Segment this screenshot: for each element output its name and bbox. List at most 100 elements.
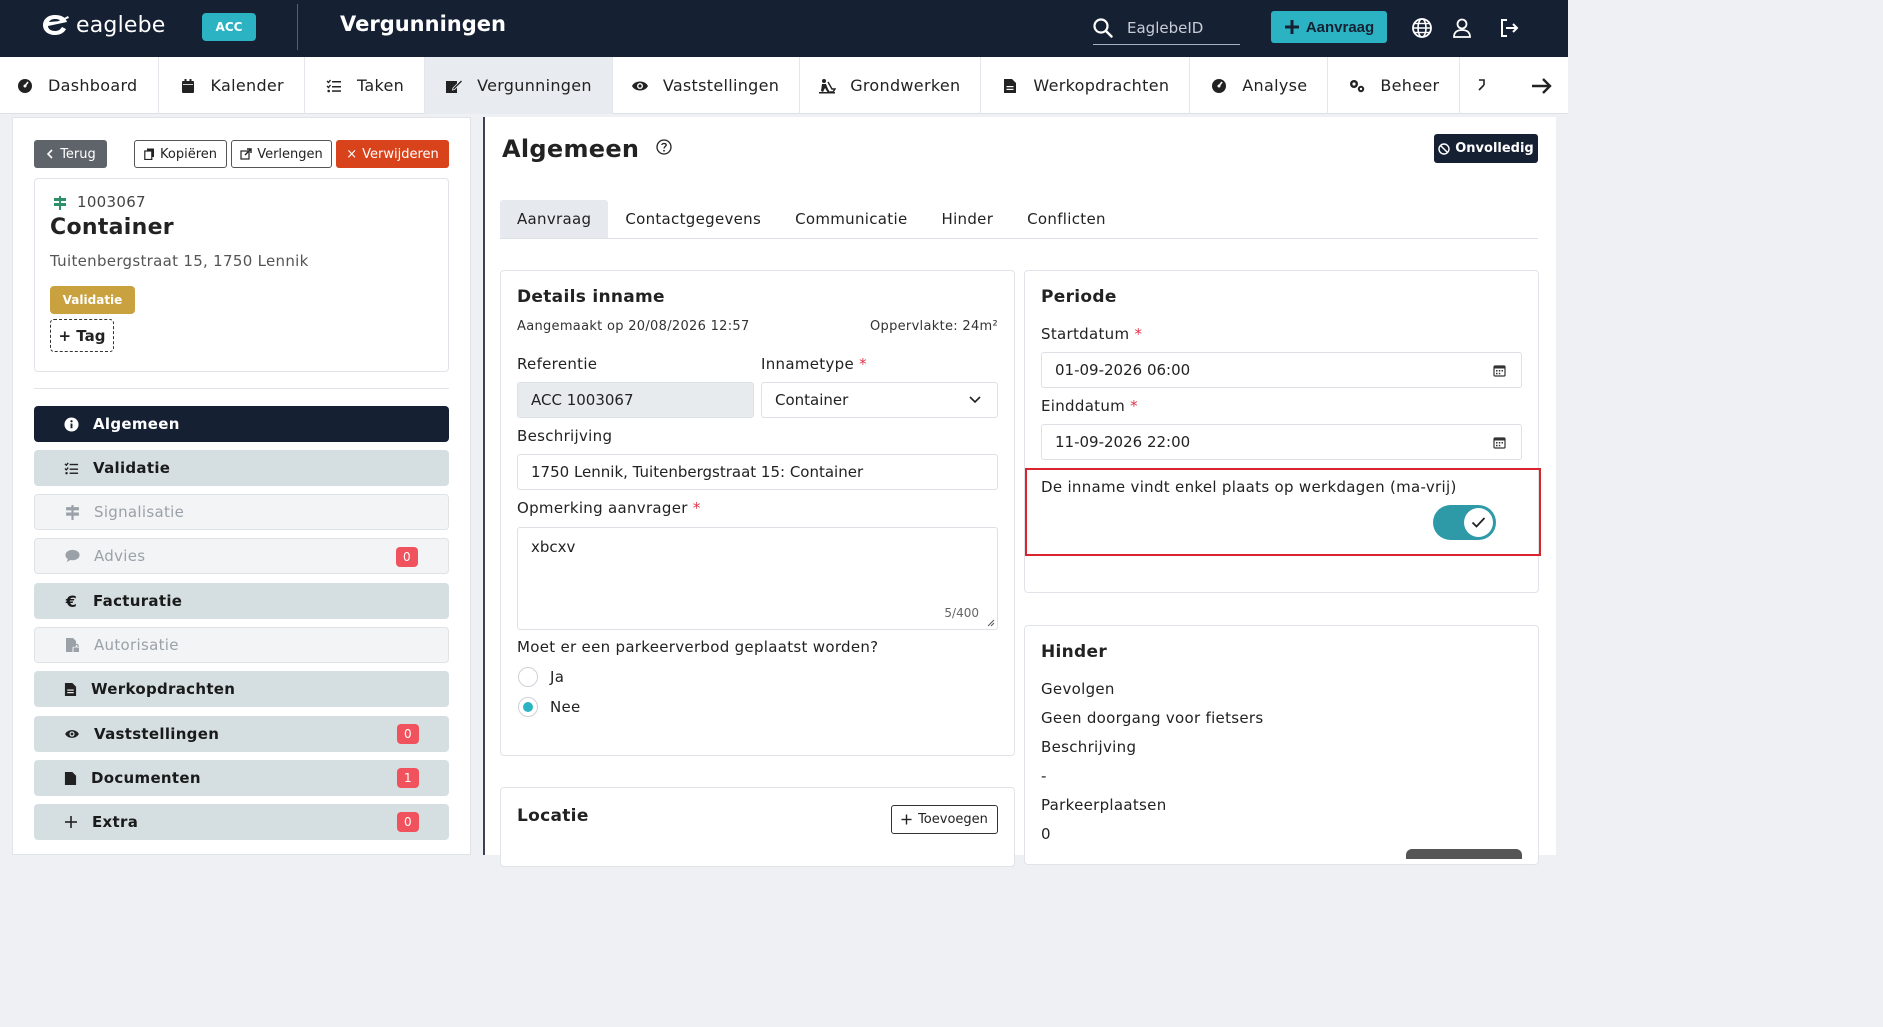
nav-item-werkopdrachten[interactable]: Werkopdrachten	[981, 57, 1191, 114]
required-marker: *	[692, 499, 701, 517]
side-menu-algemeen[interactable]: Algemeen	[34, 406, 449, 442]
end-date-label: Einddatum *	[1041, 397, 1138, 415]
nav-scroll-right-icon[interactable]	[1530, 75, 1552, 97]
side-menu-signalisatie[interactable]: Signalisatie	[34, 494, 449, 530]
nav-item-taken[interactable]: Taken	[305, 57, 426, 114]
side-menu-extra[interactable]: Extra 0	[34, 804, 449, 840]
side-menu-label: Validatie	[93, 459, 171, 477]
copy-icon	[144, 148, 154, 160]
required-marker: *	[1130, 397, 1138, 415]
side-menu-label: Werkopdrachten	[91, 680, 236, 698]
search-icon[interactable]	[1093, 17, 1113, 38]
user-icon[interactable]	[1450, 16, 1474, 40]
count-badge: 1	[397, 768, 419, 788]
nav-label: Dashboard	[48, 76, 138, 95]
help-icon[interactable]	[656, 139, 672, 155]
count-badge: 0	[397, 812, 419, 832]
type-select[interactable]: Container	[761, 382, 998, 418]
info-icon	[64, 416, 79, 432]
tab-conflicten[interactable]: Conflicten	[1010, 200, 1123, 238]
remark-value: xbcxv	[531, 538, 576, 556]
nav-item-dashboard[interactable]: Dashboard	[0, 57, 159, 114]
logo-text: eaglebe	[76, 12, 166, 38]
description-field[interactable]: 1750 Lennik, Tuitenbergstraat 15: Contai…	[517, 454, 998, 490]
start-date-value: 01-09-2026 06:00	[1055, 361, 1191, 379]
hinder-panel: Hinder Gevolgen Geen doorgang voor fiets…	[1024, 625, 1539, 865]
logout-icon[interactable]	[1497, 16, 1521, 40]
remark-textarea[interactable]: xbcxv 5/400	[517, 527, 998, 630]
side-menu-facturatie[interactable]: € Facturatie	[34, 583, 449, 619]
chevron-down-icon	[969, 396, 981, 404]
chat-bubble-icon	[65, 549, 80, 563]
parking-question: Moet er een parkeerverbod geplaatst word…	[517, 638, 879, 656]
side-menu-label: Documenten	[91, 769, 201, 787]
nav-item-grondwerken[interactable]: Grondwerken	[800, 57, 982, 114]
gears-icon	[1348, 77, 1366, 95]
top-header: eaglebe ACC Vergunningen Aanvraag	[0, 0, 1568, 57]
extend-button[interactable]: Verlengen	[231, 140, 332, 168]
permit-title: Container	[50, 215, 174, 240]
partial-button[interactable]	[1406, 849, 1522, 859]
eaglebe-logo[interactable]: eaglebe	[40, 12, 166, 38]
tab-contactgegevens[interactable]: Contactgegevens	[608, 200, 778, 238]
tab-bar: Aanvraag Contactgegevens Communicatie Hi…	[500, 200, 1538, 239]
nav-item-analyse[interactable]: Analyse	[1190, 57, 1329, 114]
left-panel: Terug Kopiëren Verlengen × Verwijderen 1…	[12, 117, 471, 855]
type-select-value: Container	[775, 391, 849, 409]
signpost-icon	[54, 196, 66, 210]
nav-item-kalender[interactable]: Kalender	[159, 57, 305, 114]
side-menu-autorisatie[interactable]: Autorisatie	[34, 627, 449, 663]
required-marker: *	[1134, 325, 1143, 343]
new-request-button[interactable]: Aanvraag	[1271, 11, 1387, 43]
calendar-icon[interactable]	[1493, 436, 1506, 449]
resize-handle-icon[interactable]	[987, 619, 995, 627]
end-date-field[interactable]: 11-09-2026 22:00	[1041, 424, 1522, 460]
radio-ja[interactable]	[518, 667, 538, 687]
calendar-icon[interactable]	[1493, 364, 1506, 377]
tab-hinder[interactable]: Hinder	[924, 200, 1010, 238]
incomplete-status-button[interactable]: Onvolledig	[1434, 134, 1538, 163]
side-menu-documenten[interactable]: Documenten 1	[34, 760, 449, 796]
main-content: Algemeen Onvolledig Aanvraag Contactgege…	[483, 117, 1556, 867]
page-title: Algemeen	[502, 135, 672, 163]
nav-item-beheer[interactable]: Beheer	[1328, 57, 1461, 114]
main-navigation: Dashboard Kalender Taken Vergunningen Va…	[0, 57, 1568, 114]
eye-icon	[65, 730, 79, 738]
globe-icon[interactable]	[1410, 16, 1434, 40]
plus-icon	[65, 816, 77, 828]
permit-address: Tuitenbergstraat 15, 1750 Lennik	[50, 252, 309, 270]
nav-item-vaststellingen[interactable]: Vaststellingen	[613, 57, 801, 114]
document-icon	[64, 682, 77, 696]
nav-item-overflow[interactable]	[1460, 57, 1502, 114]
nav-label: Kalender	[210, 76, 284, 95]
side-menu-advies[interactable]: Advies 0	[34, 538, 449, 574]
tab-communicatie[interactable]: Communicatie	[778, 200, 924, 238]
radio-ja-label: Ja	[550, 668, 565, 686]
period-title: Periode	[1041, 287, 1117, 307]
side-menu-label: Signalisatie	[94, 503, 185, 521]
side-menu-werkopdrachten[interactable]: Werkopdrachten	[34, 671, 449, 707]
task-list-icon	[64, 461, 79, 474]
permit-icon	[445, 77, 464, 95]
consequences-value: Geen doorgang voor fietsers	[1041, 709, 1264, 727]
radio-nee[interactable]	[518, 697, 538, 717]
calendar-icon	[179, 77, 197, 95]
start-date-label-text: Startdatum	[1041, 325, 1130, 343]
radio-nee-label: Nee	[550, 698, 581, 716]
add-tag-button[interactable]: + Tag	[50, 319, 114, 352]
back-button[interactable]: Terug	[34, 140, 107, 168]
tab-aanvraag[interactable]: Aanvraag	[500, 200, 609, 238]
search-input[interactable]	[1127, 18, 1227, 37]
side-menu-validatie[interactable]: Validatie	[34, 450, 449, 486]
end-date-value: 11-09-2026 22:00	[1055, 433, 1191, 451]
copy-button[interactable]: Kopiëren	[134, 140, 227, 168]
file-lock-icon	[66, 638, 80, 653]
nav-item-vergunningen[interactable]: Vergunningen	[425, 57, 613, 114]
add-location-button[interactable]: Toevoegen	[891, 805, 998, 834]
start-date-label: Startdatum *	[1041, 325, 1142, 343]
start-date-field[interactable]: 01-09-2026 06:00	[1041, 352, 1522, 388]
details-panel: Details inname Aangemaakt op 20/08/2026 …	[500, 270, 1015, 756]
location-title: Locatie	[517, 806, 589, 826]
side-menu-vaststellingen[interactable]: Vaststellingen 0	[34, 716, 449, 752]
delete-button[interactable]: × Verwijderen	[336, 140, 449, 168]
